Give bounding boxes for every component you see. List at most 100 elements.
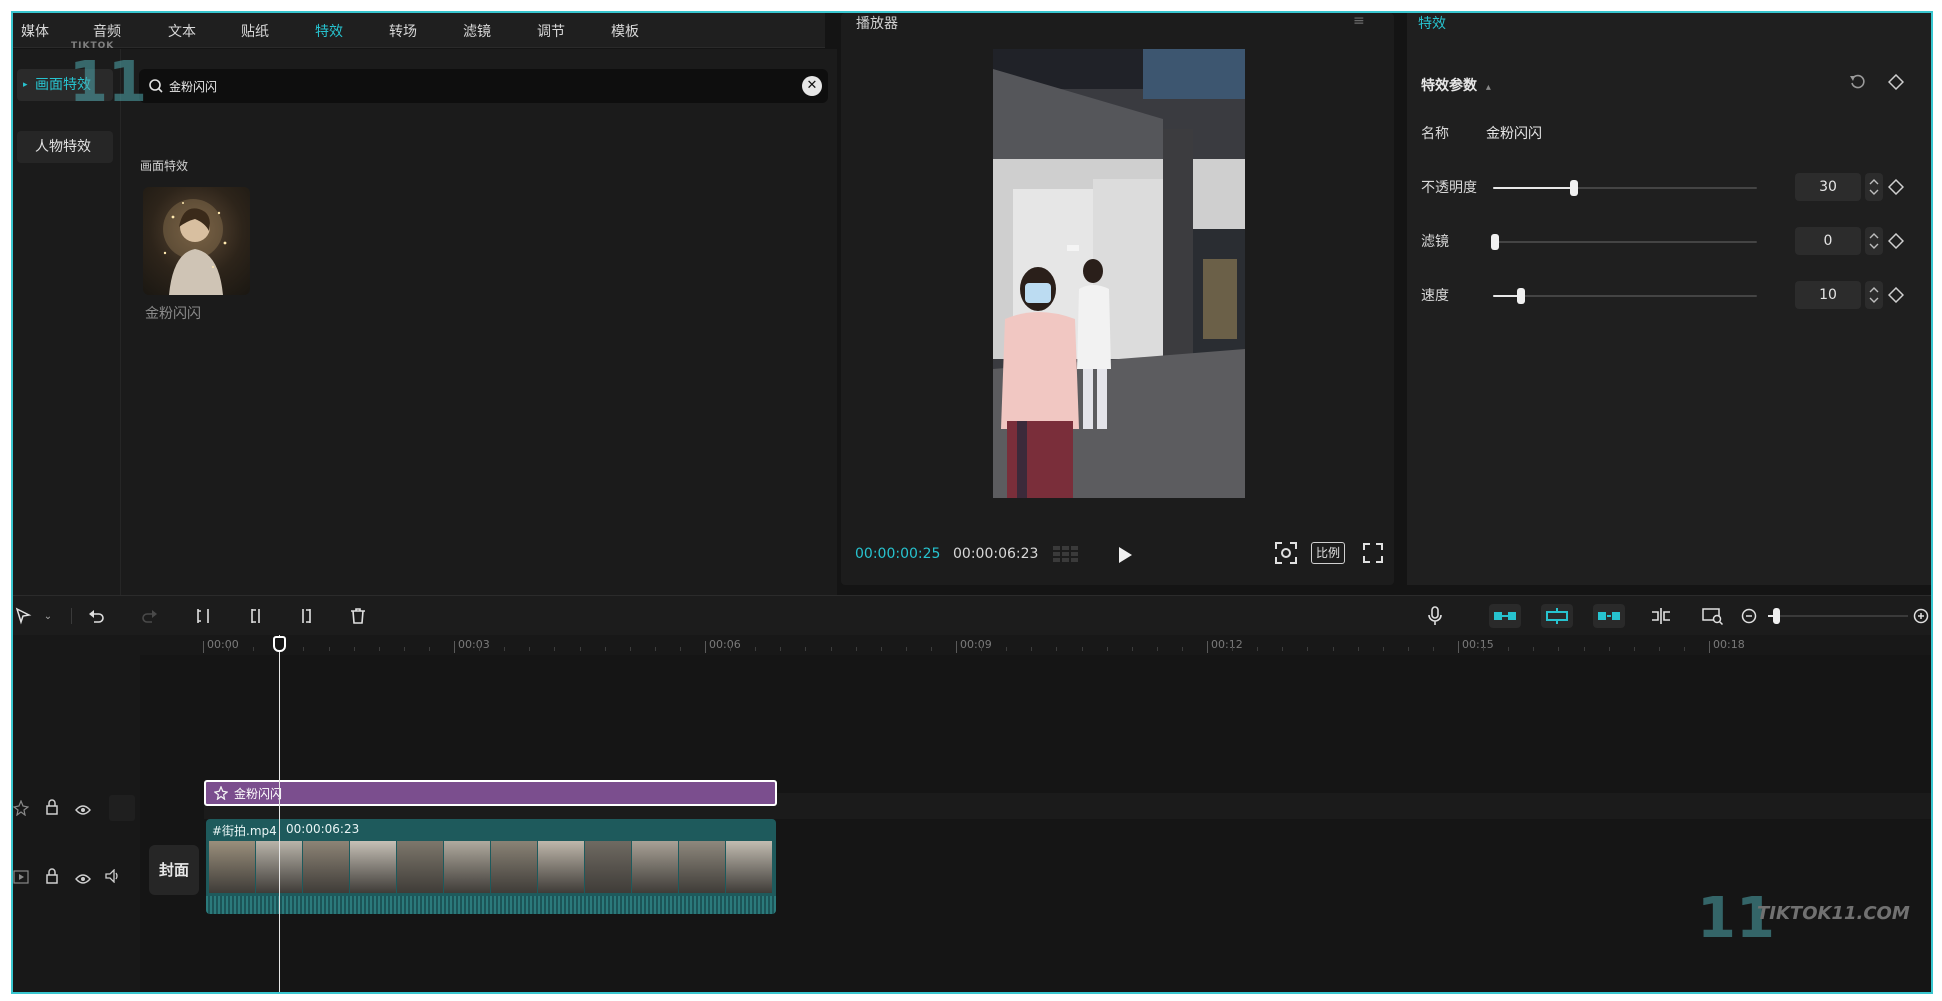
ruler-tick-label: 00:15 bbox=[1462, 638, 1494, 651]
image-search-icon bbox=[1702, 608, 1724, 625]
param-value-opacity[interactable]: 30 bbox=[1795, 173, 1861, 201]
ruler-major-tick bbox=[956, 641, 957, 653]
keyframe-button[interactable] bbox=[1887, 73, 1905, 94]
tab-adjust[interactable]: 调节 bbox=[537, 21, 565, 41]
keyframe-button[interactable] bbox=[1887, 286, 1905, 307]
lock-icon[interactable] bbox=[45, 868, 59, 888]
param-slider-fill bbox=[1493, 187, 1572, 189]
search-box[interactable]: 金粉闪闪 ✕ bbox=[139, 69, 828, 103]
record-audio-button[interactable] bbox=[1423, 604, 1447, 628]
video-thumbnail-frame bbox=[632, 841, 679, 893]
name-value: 金粉闪闪 bbox=[1486, 126, 1542, 142]
menu-icon[interactable]: ≡ bbox=[1353, 13, 1365, 29]
ruler-minor-tick bbox=[504, 647, 506, 651]
param-slider-knob[interactable] bbox=[1517, 288, 1525, 304]
tab-text[interactable]: 文本 bbox=[168, 21, 196, 41]
name-label: 名称 bbox=[1421, 126, 1449, 142]
delete-button[interactable] bbox=[346, 604, 370, 628]
linkage-button[interactable] bbox=[1593, 604, 1625, 628]
param-stepper[interactable] bbox=[1865, 227, 1883, 255]
video-clip[interactable]: #街拍.mp4 00:00:06:23 bbox=[206, 819, 776, 914]
effect-clip[interactable]: 金粉闪闪 bbox=[204, 780, 777, 806]
properties-tab[interactable]: 特效 bbox=[1418, 13, 1446, 33]
ruler-minor-tick bbox=[1181, 647, 1183, 651]
ruler-minor-tick bbox=[880, 647, 882, 651]
keyframe-button[interactable] bbox=[1887, 178, 1905, 199]
ruler-minor-tick bbox=[1282, 647, 1284, 651]
thumbnail-button[interactable] bbox=[1699, 604, 1727, 628]
ratio-button[interactable]: 比例 bbox=[1311, 542, 1345, 564]
param-stepper[interactable] bbox=[1865, 173, 1883, 201]
tab-effects[interactable]: 特效 bbox=[315, 21, 343, 41]
param-value-filter[interactable]: 0 bbox=[1795, 227, 1861, 255]
timeline-ruler[interactable]: 00:00 00:03 00:06 00:09 00:12 00:15 00:18 bbox=[13, 635, 1931, 655]
trim-left-icon bbox=[251, 609, 260, 623]
fullscreen-button[interactable] bbox=[1363, 543, 1383, 567]
cover-button[interactable]: 封面 bbox=[149, 845, 199, 895]
param-slider-filter[interactable] bbox=[1493, 241, 1757, 243]
ruler-tick-label: 00:12 bbox=[1211, 638, 1243, 651]
ruler-minor-tick bbox=[755, 647, 757, 651]
reset-button[interactable] bbox=[1849, 73, 1867, 95]
param-value-speed[interactable]: 10 bbox=[1795, 281, 1861, 309]
zoom-slider[interactable] bbox=[1768, 608, 1908, 624]
zoom-in-button[interactable] bbox=[1911, 604, 1931, 628]
eye-icon[interactable] bbox=[75, 801, 91, 820]
ruler-minor-tick bbox=[1031, 647, 1033, 651]
split-button[interactable] bbox=[191, 604, 215, 628]
link-icon bbox=[1598, 612, 1620, 620]
ruler-minor-tick bbox=[428, 647, 430, 651]
stepper-arrows-icon bbox=[1869, 179, 1879, 195]
param-stepper[interactable] bbox=[1865, 281, 1883, 309]
play-button[interactable] bbox=[1117, 546, 1133, 568]
cursor-icon bbox=[15, 607, 32, 625]
section-title: 画面特效 bbox=[140, 159, 189, 173]
preview-axis-button[interactable] bbox=[1647, 604, 1675, 628]
undo-button[interactable] bbox=[85, 604, 109, 628]
speaker-icon[interactable] bbox=[105, 868, 121, 887]
effect-thumbnail[interactable] bbox=[143, 187, 250, 295]
auto-snap-button[interactable] bbox=[1541, 604, 1573, 628]
zoom-in-icon bbox=[1913, 608, 1929, 624]
main-track-magnet-button[interactable] bbox=[1489, 604, 1521, 628]
ruler-minor-tick bbox=[780, 647, 782, 651]
param-slider-speed[interactable] bbox=[1493, 295, 1757, 297]
audio-waveform bbox=[206, 896, 776, 914]
redo-button[interactable] bbox=[137, 604, 161, 628]
grid-view-icon[interactable] bbox=[1053, 544, 1081, 568]
trim-left-button[interactable] bbox=[243, 604, 267, 628]
search-input[interactable]: 金粉闪闪 bbox=[169, 78, 217, 95]
crop-focus-button[interactable] bbox=[1274, 541, 1298, 569]
zoom-slider-knob[interactable] bbox=[1773, 608, 1780, 624]
caret-up-icon[interactable]: ▴ bbox=[1486, 82, 1491, 93]
ruler-minor-tick bbox=[1407, 647, 1409, 651]
zoom-out-button[interactable] bbox=[1739, 604, 1759, 628]
stepper-arrows-icon bbox=[1869, 287, 1879, 303]
tab-transitions[interactable]: 转场 bbox=[389, 21, 417, 41]
trim-right-button[interactable] bbox=[295, 604, 319, 628]
preview-axis-icon bbox=[1652, 608, 1670, 624]
keyframe-button[interactable] bbox=[1887, 232, 1905, 253]
ruler-minor-tick bbox=[529, 647, 531, 651]
lock-icon[interactable] bbox=[45, 799, 59, 819]
tab-filters[interactable]: 滤镜 bbox=[463, 21, 491, 41]
param-label-opacity: 不透明度 bbox=[1421, 180, 1477, 196]
chevron-down-icon[interactable]: ⌄ bbox=[41, 604, 55, 628]
eye-icon[interactable] bbox=[75, 870, 91, 889]
playhead-handle[interactable] bbox=[273, 636, 286, 652]
param-slider-knob[interactable] bbox=[1491, 234, 1499, 250]
select-tool-button[interactable] bbox=[13, 604, 35, 628]
ruler-minor-tick bbox=[981, 647, 983, 651]
trim-right-icon bbox=[302, 609, 311, 623]
tab-sticker[interactable]: 贴纸 bbox=[241, 21, 269, 41]
ruler-minor-tick bbox=[855, 647, 857, 651]
clear-search-icon[interactable]: ✕ bbox=[802, 76, 822, 96]
tab-media[interactable]: 媒体 bbox=[21, 21, 49, 41]
split-icon bbox=[197, 609, 209, 623]
tab-audio[interactable]: 音频 bbox=[93, 21, 121, 41]
ruler-minor-tick bbox=[1432, 647, 1434, 651]
tab-templates[interactable]: 模板 bbox=[611, 21, 639, 41]
ruler-minor-tick bbox=[1533, 647, 1535, 651]
ruler-tick-label: 00:03 bbox=[458, 638, 490, 651]
param-slider-knob[interactable] bbox=[1570, 180, 1578, 196]
